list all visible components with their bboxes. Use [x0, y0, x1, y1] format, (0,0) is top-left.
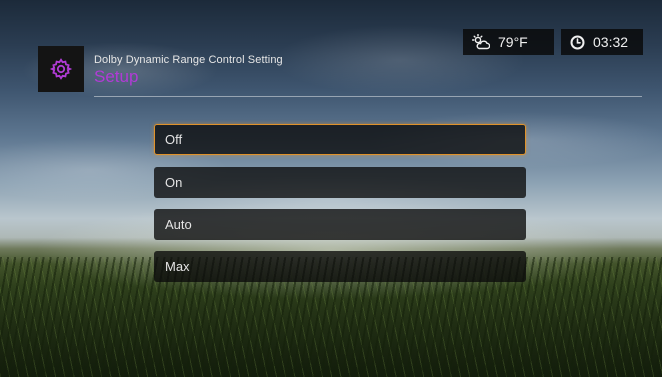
settings-tile	[38, 46, 84, 92]
clock-widget: 03:32	[561, 29, 643, 55]
setup-screen: Dolby Dynamic Range Control Setting Setu…	[0, 0, 662, 377]
option-label: Off	[165, 132, 183, 147]
option-label: Auto	[165, 217, 192, 232]
option-auto[interactable]: Auto	[154, 209, 526, 240]
page-title: Setup	[94, 67, 139, 86]
option-on[interactable]: On	[154, 167, 526, 198]
temperature-value: 79°F	[498, 34, 528, 50]
gear-icon	[49, 58, 73, 80]
option-label: On	[165, 175, 183, 190]
partly-cloudy-icon	[472, 34, 490, 50]
header-divider	[94, 96, 642, 97]
clock-time: 03:32	[593, 34, 629, 50]
clock-icon	[570, 35, 585, 50]
option-max[interactable]: Max	[154, 251, 526, 282]
option-label: Max	[165, 259, 190, 274]
weather-widget: 79°F	[463, 29, 554, 55]
option-off[interactable]: Off	[154, 124, 526, 155]
page-subtitle: Dolby Dynamic Range Control Setting	[94, 54, 283, 66]
